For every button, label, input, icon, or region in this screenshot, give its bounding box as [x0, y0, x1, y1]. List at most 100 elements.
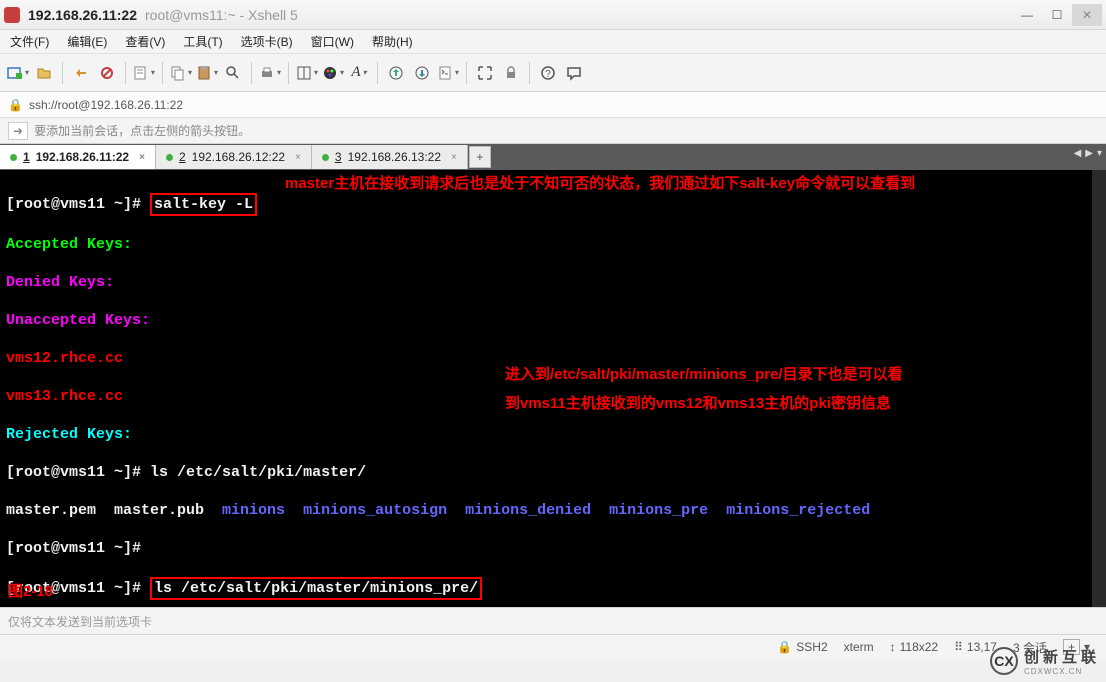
unaccepted-keys-label: Unaccepted Keys: [6, 311, 1100, 330]
font-icon[interactable]: A [347, 61, 371, 85]
hint-bar: ➜ 要添加当前会话，点击左侧的箭头按钮。 [0, 118, 1106, 144]
open-icon[interactable] [32, 61, 56, 85]
cmd-ls2: ls /etc/salt/pki/master/minions_pre/ [150, 577, 482, 600]
annotation-2b: 到vms11主机接收到的vms12和vms13主机的pki密钥信息 [505, 394, 891, 413]
lock-icon[interactable] [499, 61, 523, 85]
fullscreen-icon[interactable] [473, 61, 497, 85]
terminal-scrollbar[interactable] [1092, 170, 1106, 607]
title-bar: 192.168.26.11:22 root@vms11:~ - Xshell 5… [0, 0, 1106, 30]
cmd-saltkey: salt-key -L [150, 193, 257, 216]
prompt: [root@vms11 ~]# [6, 196, 141, 213]
dir-pre: minions_pre [609, 502, 708, 519]
tab-label: 192.168.26.11:22 [36, 150, 129, 164]
status-size: ↕118x22 [890, 640, 938, 654]
tab-close-icon[interactable]: × [295, 152, 301, 163]
toolbar: A ? [0, 54, 1106, 92]
dir-denied: minions_denied [465, 502, 591, 519]
watermark-logo: CX [990, 647, 1018, 675]
tab-nav-menu-icon[interactable]: ▾ [1097, 148, 1102, 159]
denied-keys-label: Denied Keys: [6, 273, 1100, 292]
tab-label: 192.168.26.13:22 [348, 150, 441, 164]
tab-number: 2 [179, 150, 186, 164]
properties-icon[interactable] [132, 61, 156, 85]
close-button[interactable]: ✕ [1072, 4, 1102, 26]
watermark: CX 创新互联 CDXWCX.CN [990, 646, 1100, 676]
address-bar: 🔒 ssh://root@192.168.26.11:22 [0, 92, 1106, 118]
tab-3[interactable]: 3 192.168.26.13:22 × [312, 145, 468, 169]
layout-icon[interactable] [295, 61, 319, 85]
tab-close-icon[interactable]: × [139, 152, 145, 163]
menu-bar: 文件(F) 编辑(E) 查看(V) 工具(T) 选项卡(B) 窗口(W) 帮助(… [0, 30, 1106, 54]
script-icon[interactable] [436, 61, 460, 85]
copy-icon[interactable] [169, 61, 193, 85]
status-dot-icon [322, 154, 329, 161]
maximize-button[interactable]: ☐ [1042, 4, 1072, 26]
grip-icon: ⠿ [954, 640, 963, 654]
watermark-cn: 创新互联 [1024, 646, 1100, 667]
tab-1[interactable]: 1 192.168.26.11:22 × [0, 145, 156, 169]
tab-2[interactable]: 2 192.168.26.12:22 × [156, 145, 312, 169]
send-input-bar[interactable]: 仅将文本发送到当前选项卡 [0, 607, 1106, 635]
minimize-button[interactable]: — [1012, 4, 1042, 26]
menu-tools[interactable]: 工具(T) [179, 31, 226, 52]
tab-label: 192.168.26.12:22 [192, 150, 285, 164]
separator [377, 62, 378, 84]
accepted-keys-label: Accepted Keys: [6, 235, 1100, 254]
menu-window[interactable]: 窗口(W) [307, 31, 358, 52]
new-session-icon[interactable] [6, 61, 30, 85]
separator [529, 62, 530, 84]
menu-tabs[interactable]: 选项卡(B) [237, 31, 297, 52]
separator [125, 62, 126, 84]
menu-edit[interactable]: 编辑(E) [63, 31, 111, 52]
feedback-icon[interactable] [562, 61, 586, 85]
hint-arrow-icon[interactable]: ➜ [8, 122, 28, 140]
print-icon[interactable] [258, 61, 282, 85]
status-dot-icon [166, 154, 173, 161]
status-protocol: 🔒SSH2 [777, 640, 827, 654]
tab-nav-left-icon[interactable]: ◀ [1074, 148, 1082, 159]
paste-icon[interactable] [195, 61, 219, 85]
help-icon[interactable]: ? [536, 61, 560, 85]
window-controls: — ☐ ✕ [1012, 4, 1102, 26]
figure-label: 图2-18 [8, 582, 53, 601]
dir-minions: minions [222, 502, 285, 519]
menu-help[interactable]: 帮助(H) [368, 31, 417, 52]
tab-close-icon[interactable]: × [451, 152, 457, 163]
annotation-1: master主机在接收到请求后也是处于不知可否的状态，我们通过如下salt-ke… [285, 174, 915, 193]
svg-text:?: ? [545, 69, 551, 80]
transfer-down-icon[interactable] [410, 61, 434, 85]
window-subtitle: root@vms11:~ - Xshell 5 [145, 7, 298, 23]
menu-file[interactable]: 文件(F) [6, 31, 53, 52]
menu-view[interactable]: 查看(V) [121, 31, 169, 52]
ls-output: master.pem master.pub [6, 502, 222, 519]
tab-add-button[interactable]: + [469, 146, 491, 168]
status-dot-icon [10, 154, 17, 161]
address-text[interactable]: ssh://root@192.168.26.11:22 [29, 98, 183, 112]
resize-icon: ↕ [890, 640, 896, 654]
status-term: xterm [844, 640, 874, 654]
annotation-2a: 进入到/etc/salt/pki/master/minions_pre/目录下也… [505, 365, 903, 384]
tab-bar: 1 192.168.26.11:22 × 2 192.168.26.12:22 … [0, 144, 1106, 170]
separator [466, 62, 467, 84]
separator [288, 62, 289, 84]
prompt: [root@vms11 ~]# [6, 464, 141, 481]
separator [62, 62, 63, 84]
hint-text: 要添加当前会话，点击左侧的箭头按钮。 [34, 122, 250, 139]
dir-rejected: minions_rejected [726, 502, 870, 519]
separator [251, 62, 252, 84]
tab-number: 1 [23, 150, 30, 164]
reconnect-icon[interactable] [69, 61, 93, 85]
find-icon[interactable] [221, 61, 245, 85]
status-bar: 🔒SSH2 xterm ↕118x22 ⠿13,17 3 会话 +▾ [0, 635, 1106, 659]
transfer-up-icon[interactable] [384, 61, 408, 85]
disconnect-icon[interactable] [95, 61, 119, 85]
prompt: [root@vms11 ~]# [6, 539, 1100, 558]
lock-icon: 🔒 [8, 98, 23, 112]
dir-autosign: minions_autosign [303, 502, 447, 519]
terminal[interactable]: [root@vms11 ~]# salt-key -L Accepted Key… [0, 170, 1106, 607]
lock-icon: 🔒 [777, 640, 792, 654]
color-scheme-icon[interactable] [321, 61, 345, 85]
app-icon [4, 7, 20, 23]
watermark-en: CDXWCX.CN [1024, 667, 1100, 676]
tab-nav-right-icon[interactable]: ▶ [1085, 148, 1093, 159]
